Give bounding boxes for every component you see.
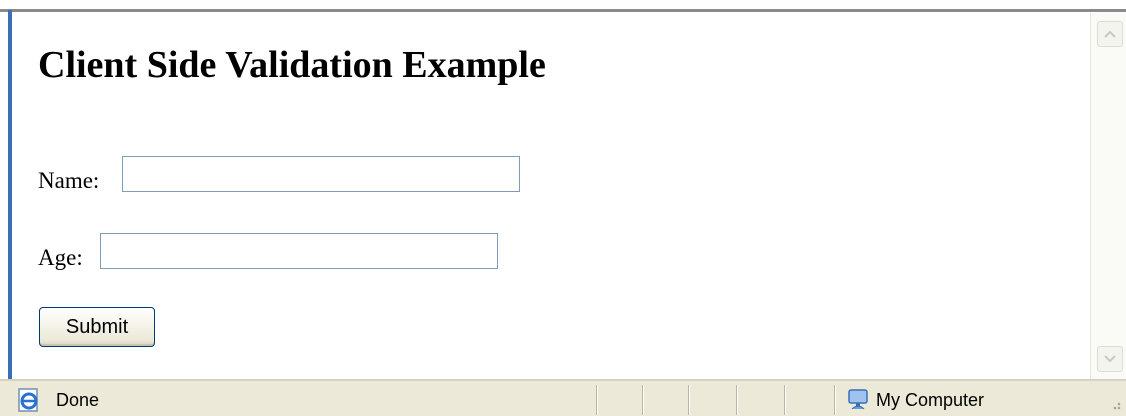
status-bar: Done My Computer — [0, 379, 1126, 416]
chevron-up-icon — [1104, 30, 1116, 38]
vertical-scrollbar[interactable] — [1090, 13, 1126, 379]
name-label: Name: — [38, 168, 100, 193]
scroll-up-button[interactable] — [1097, 21, 1123, 47]
window-top-border — [0, 0, 1126, 12]
submit-button[interactable]: Submit — [39, 307, 155, 347]
status-panel-divider — [784, 385, 785, 415]
status-panel-divider — [596, 385, 597, 415]
page-content: Client Side Validation Example Name: Age… — [12, 13, 1090, 379]
status-text: Done — [56, 390, 100, 410]
age-input[interactable] — [100, 233, 498, 269]
status-panel-divider — [834, 385, 835, 415]
scroll-down-button[interactable] — [1097, 346, 1123, 372]
age-label: Age: — [38, 245, 83, 270]
name-input[interactable] — [122, 156, 520, 192]
status-panel-divider — [642, 385, 643, 415]
my-computer-icon — [848, 389, 868, 410]
page-title: Client Side Validation Example — [38, 44, 546, 86]
status-panel-divider — [736, 385, 737, 415]
zone-text: My Computer — [876, 390, 985, 410]
resize-grip-icon[interactable] — [1106, 395, 1122, 411]
chevron-down-icon — [1104, 355, 1116, 363]
status-panel-divider — [688, 385, 689, 415]
ie-page-icon — [18, 388, 38, 412]
browser-window: Client Side Validation Example Name: Age… — [0, 0, 1126, 416]
